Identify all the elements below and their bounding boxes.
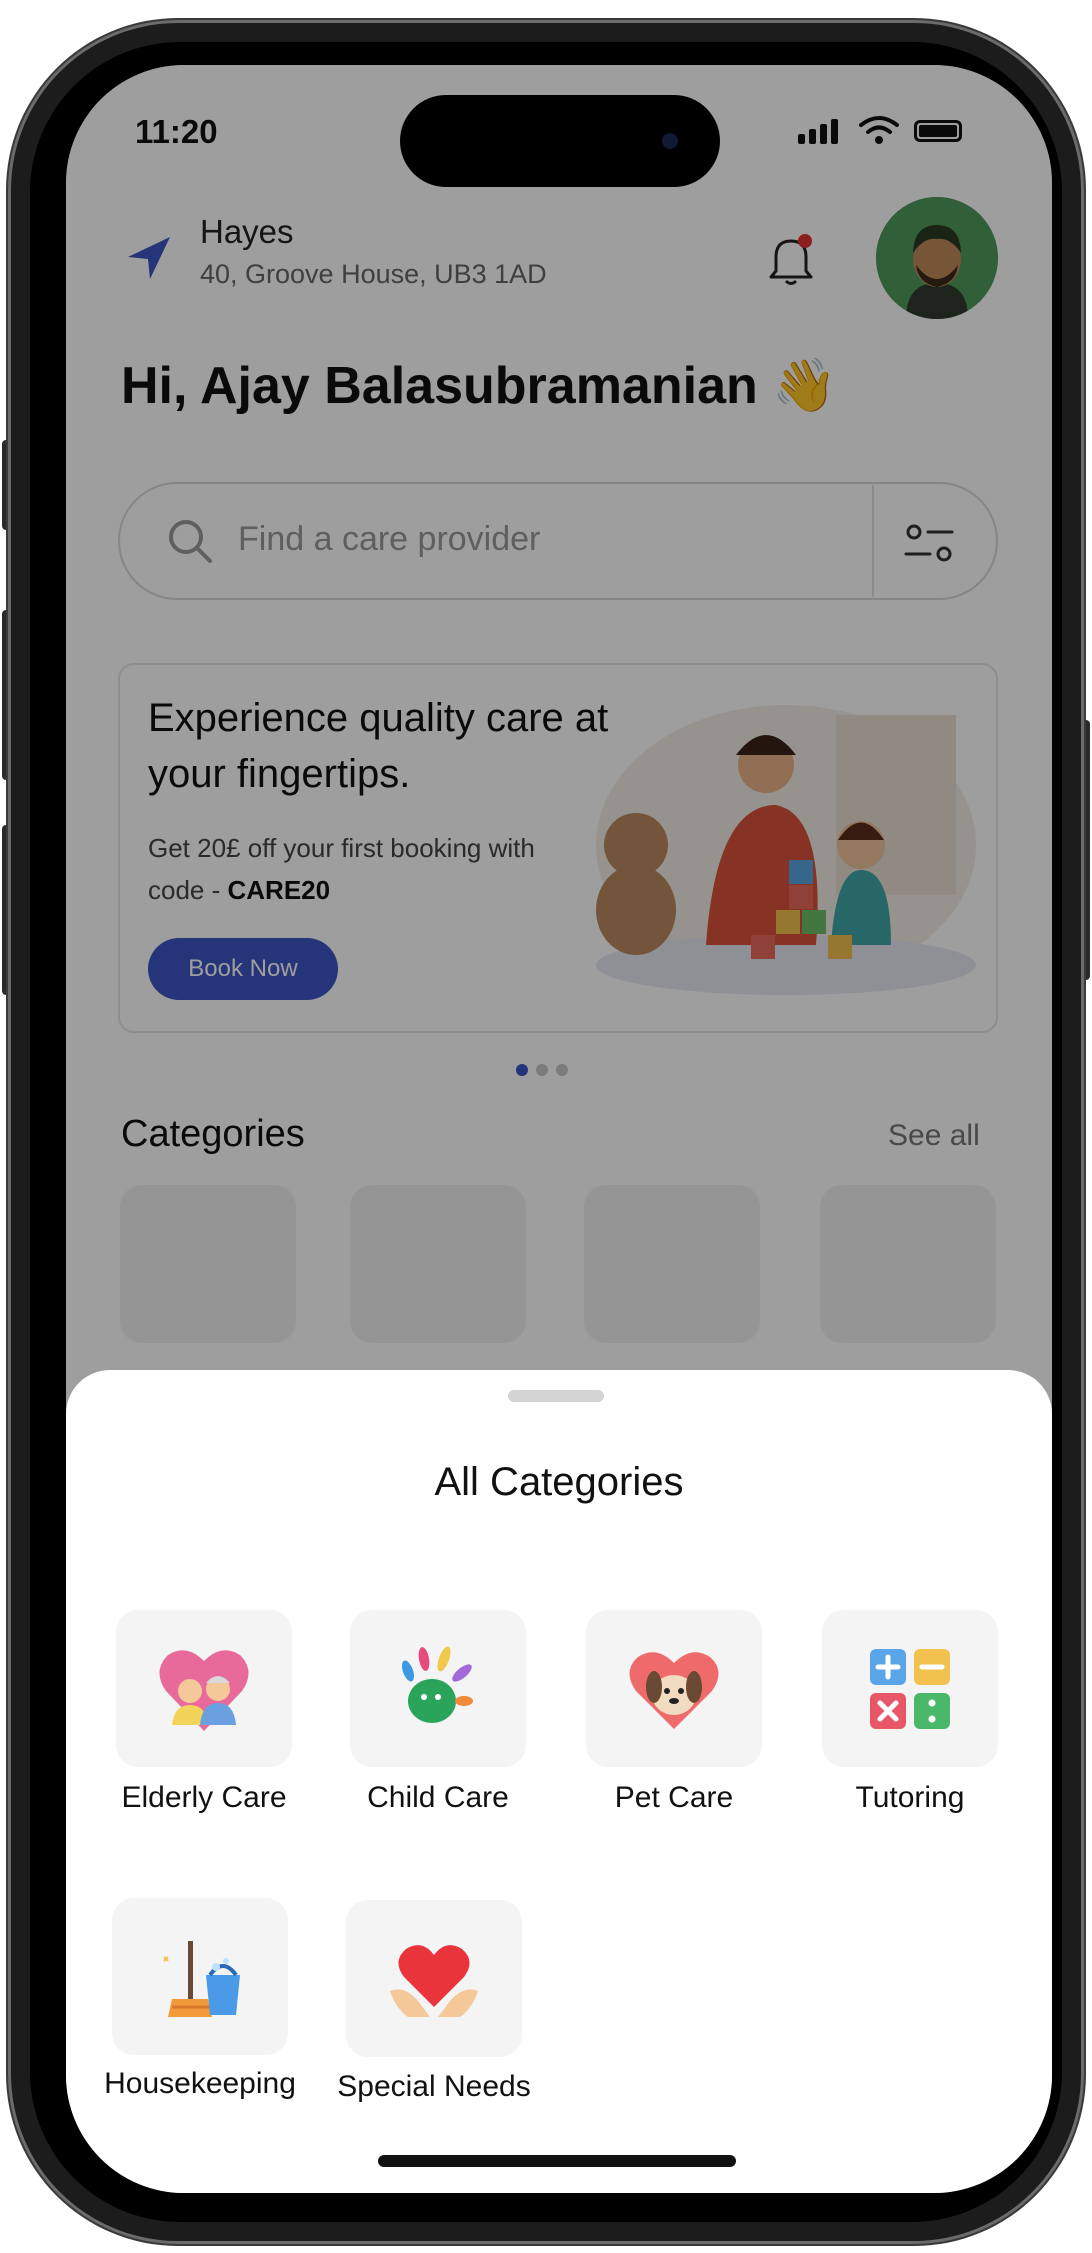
housekeeping-icon	[163, 1941, 240, 2017]
child-care-icon	[401, 1646, 473, 1723]
home-indicator[interactable]	[378, 2155, 736, 2167]
sheet-title: All Categories	[434, 1460, 684, 1504]
category-tile-housekeeping[interactable]	[112, 1898, 288, 2055]
elderly-care-icon	[159, 1650, 249, 1731]
category-tile-elderly-care[interactable]	[116, 1610, 292, 1767]
category-label-special-needs[interactable]: Special Needs	[314, 2070, 554, 2104]
special-needs-icon	[390, 1945, 478, 2017]
category-tile-tutoring[interactable]	[822, 1610, 998, 1767]
phone-screen: 11:20 Hayes 40, Groove House, UB3 1AD Hi…	[66, 65, 1052, 2193]
tutoring-icon	[870, 1649, 950, 1729]
category-label-pet-care[interactable]: Pet Care	[554, 1781, 794, 1815]
category-tile-special-needs[interactable]	[346, 1900, 522, 2057]
pet-care-icon	[629, 1652, 719, 1729]
sheet-drag-handle[interactable]	[508, 1390, 604, 1402]
category-label-child-care[interactable]: Child Care	[318, 1781, 558, 1815]
category-tile-pet-care[interactable]	[586, 1610, 762, 1767]
category-tile-child-care[interactable]	[350, 1610, 526, 1767]
category-label-elderly-care[interactable]: Elderly Care	[84, 1781, 324, 1815]
category-label-housekeeping[interactable]: Housekeeping	[80, 2067, 320, 2101]
category-label-tutoring[interactable]: Tutoring	[790, 1781, 1030, 1815]
